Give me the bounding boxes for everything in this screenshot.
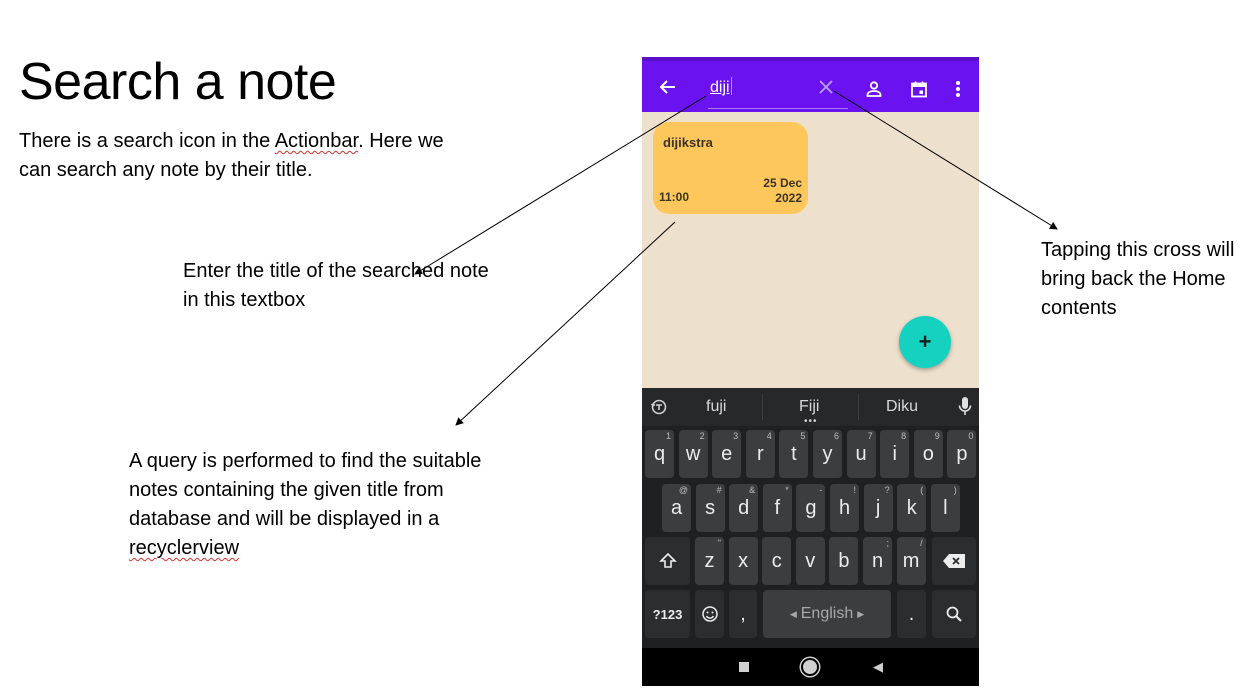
arrow-to-query-caption xyxy=(455,221,676,426)
arrow-to-cross-caption xyxy=(833,90,1058,230)
arrow-to-textbox-caption xyxy=(414,95,707,275)
annotation-arrows xyxy=(414,90,1058,426)
